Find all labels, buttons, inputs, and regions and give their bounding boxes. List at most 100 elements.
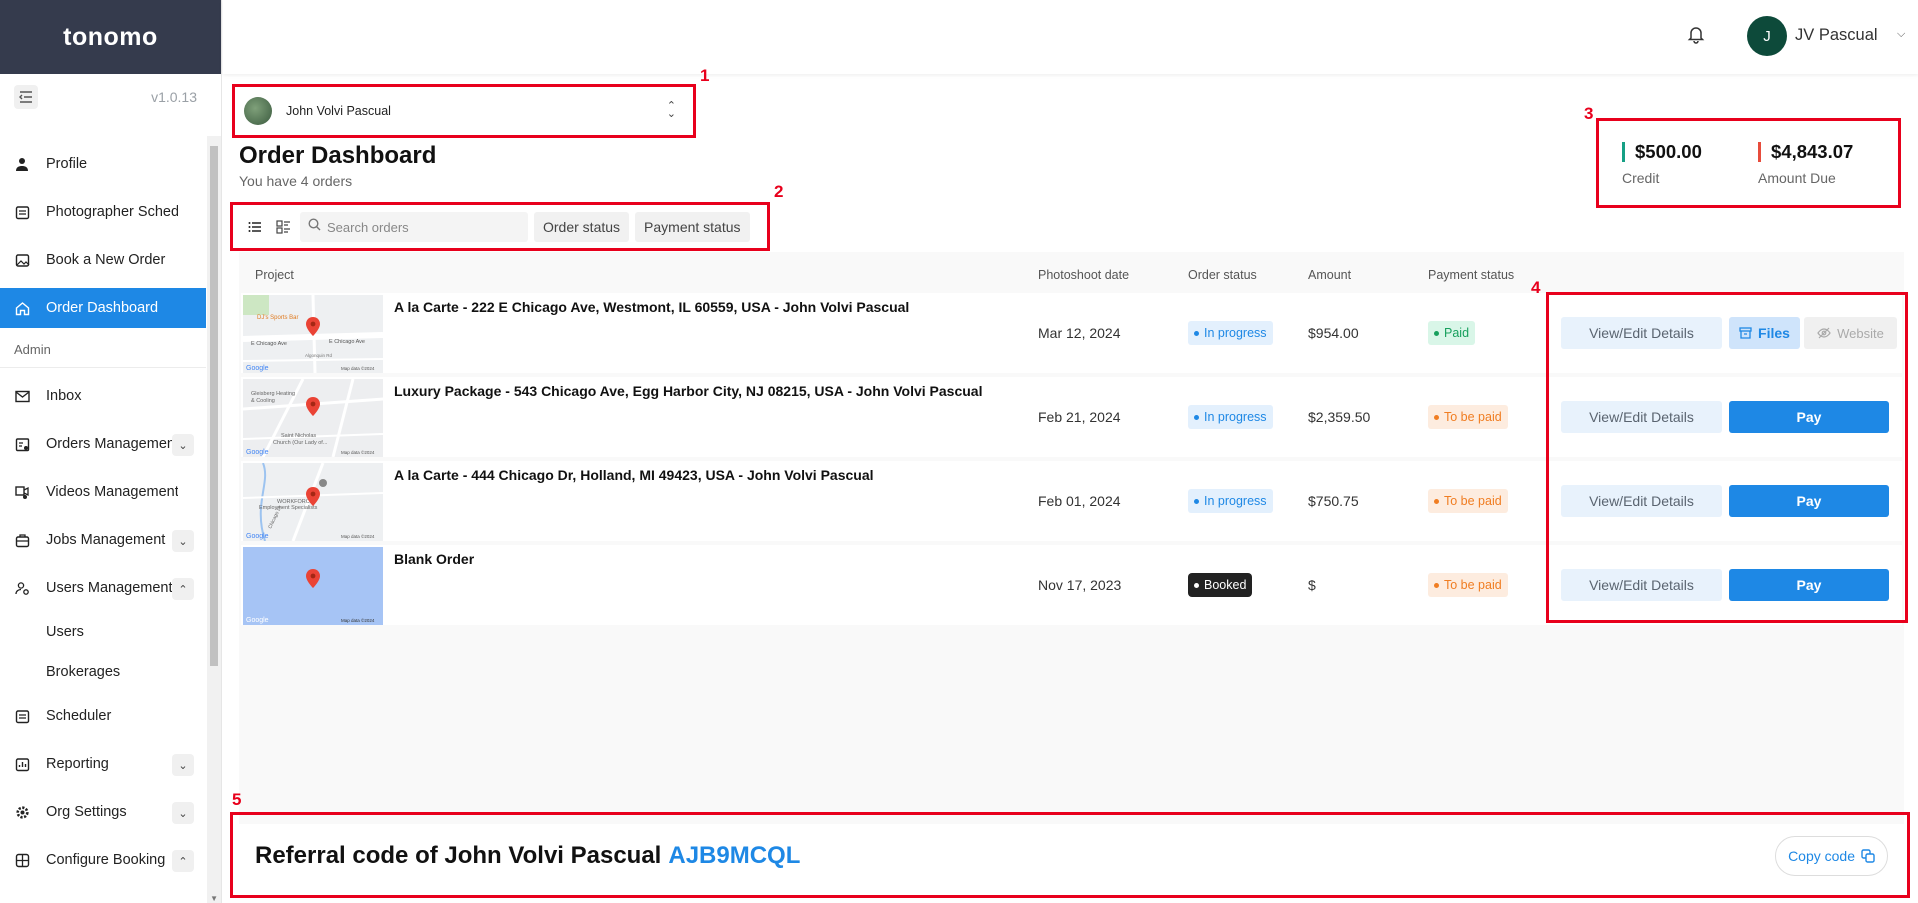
bell-icon[interactable]	[1687, 24, 1707, 46]
map-label: Church (Our Lady of...	[273, 440, 328, 446]
map-label: Algonquin Rd	[305, 353, 333, 358]
order-status-text: Booked	[1204, 578, 1247, 592]
chevron-down-icon[interactable]: ⌵	[1897, 28, 1905, 41]
column-header-order-status: Order status	[1188, 268, 1257, 282]
admin-section-label: Admin	[0, 336, 206, 368]
google-logo: Google	[246, 533, 269, 540]
scrollbar-thumb[interactable]	[210, 146, 218, 666]
order-status-text: In progress	[1204, 326, 1267, 340]
order-amount: $2,359.50	[1308, 409, 1371, 425]
sidebar: tonomo v1.0.13 Profile Photographer Sche…	[0, 0, 222, 903]
status-dot	[1194, 414, 1199, 420]
nav-label: Orders Management	[46, 436, 178, 452]
top-header: J JV Pascual ⌵	[223, 0, 1918, 74]
status-dot	[1194, 330, 1199, 336]
page-title: Order Dashboard	[239, 142, 437, 169]
nav-label: Jobs Management	[46, 532, 166, 548]
map-thumbnail[interactable]: Gleisberg Heating & Cooling Saint Nichol…	[243, 379, 383, 457]
map-attribution: Map data ©2024	[341, 365, 375, 371]
map-attribution: Map data ©2024	[341, 533, 375, 539]
annotation-number-1: 1	[700, 66, 710, 85]
image-icon	[14, 252, 30, 268]
home-icon	[14, 300, 30, 316]
nav-item-jobs-management[interactable]: Jobs Management ⌄	[0, 520, 206, 560]
nav-label: Org Settings	[46, 804, 127, 820]
status-dot	[1194, 498, 1199, 504]
nav-label: Reporting	[46, 756, 109, 772]
chevron-down-icon[interactable]: ⌄	[172, 802, 194, 824]
project-name[interactable]: A la Carte - 444 Chicago Dr, Holland, MI…	[394, 467, 874, 483]
map-label: DJ's Sports Bar	[257, 315, 299, 321]
map-label: Gleisberg Heating	[251, 391, 295, 397]
nav-item-scheduler[interactable]: Scheduler	[0, 696, 206, 736]
project-name[interactable]: Blank Order	[394, 551, 474, 567]
nav-item-inbox[interactable]: Inbox	[0, 376, 206, 416]
chevron-up-icon[interactable]: ⌃	[172, 850, 194, 872]
payment-status-badge: To be paid	[1428, 573, 1508, 597]
scroll-down-arrow-icon[interactable]: ▼	[210, 894, 218, 903]
annotation-number-5: 5	[232, 790, 242, 809]
map-label: Saint Nicholas	[281, 433, 316, 439]
collapse-sidebar-icon[interactable]	[14, 85, 38, 109]
project-name[interactable]: A la Carte - 222 E Chicago Ave, Westmont…	[394, 299, 909, 315]
nav-subitem-brokerages[interactable]: Brokerages	[0, 656, 206, 688]
sidebar-top: v1.0.13	[0, 74, 221, 120]
chevron-down-icon[interactable]: ⌄	[172, 754, 194, 776]
nav-label: Photographer Schedule	[46, 204, 178, 220]
annotation-box-5	[230, 812, 1910, 898]
map-label: E Chicago Ave	[329, 339, 365, 345]
nav-subitem-users[interactable]: Users	[0, 616, 206, 648]
nav-item-videos-management[interactable]: Videos Management	[0, 472, 206, 512]
sidebar-nav: Profile Photographer Schedule Book a New…	[0, 136, 206, 903]
nav-item-order-dashboard[interactable]: Order Dashboard	[0, 288, 206, 328]
nav-label: Profile	[46, 156, 88, 172]
annotation-box-3	[1596, 118, 1901, 208]
chevron-up-icon[interactable]: ⌃	[172, 578, 194, 600]
sidebar-scrollbar[interactable]	[207, 136, 221, 903]
photoshoot-date: Mar 12, 2024	[1038, 325, 1121, 341]
payment-status-text: Paid	[1444, 326, 1470, 340]
nav-label: Order Dashboard	[46, 300, 159, 316]
order-status-badge: In progress	[1188, 405, 1273, 429]
order-status-text: In progress	[1204, 410, 1267, 424]
map-thumbnail[interactable]: Google Map data ©2024	[243, 547, 383, 625]
nav-item-orders-management[interactable]: Orders Management ⌄	[0, 424, 206, 464]
nav-label: Scheduler	[46, 708, 112, 724]
order-status-text: In progress	[1204, 494, 1267, 508]
tonomo-logo[interactable]: tonomo	[63, 23, 158, 52]
photoshoot-date: Nov 17, 2023	[1038, 577, 1122, 593]
nav-item-configure-booking[interactable]: Configure Booking ⌃	[0, 840, 206, 880]
column-header-payment-status: Payment status	[1428, 268, 1515, 282]
column-header-amount: Amount	[1308, 268, 1352, 282]
order-status-badge: In progress	[1188, 321, 1273, 345]
user-name[interactable]: JV Pascual	[1795, 26, 1878, 45]
chevron-down-icon[interactable]: ⌄	[172, 434, 194, 456]
nav-item-profile[interactable]: Profile	[0, 144, 206, 184]
nav-item-users-management[interactable]: Users Management ⌃	[0, 568, 206, 608]
grid-icon	[14, 852, 30, 868]
nav-item-org-settings[interactable]: Org Settings ⌄	[0, 792, 206, 832]
nav-item-book-new-order[interactable]: Book a New Order	[0, 240, 206, 280]
nav-item-photographer-schedule[interactable]: Photographer Schedule	[0, 192, 206, 232]
user-avatar[interactable]: J	[1747, 16, 1787, 56]
nav-item-reporting[interactable]: Reporting ⌄	[0, 744, 206, 784]
map-thumbnail[interactable]: WORKFORCE Employment Specialists Chicago…	[243, 463, 383, 541]
annotation-box-4	[1546, 292, 1908, 623]
map-label: Employment Specialists	[259, 505, 318, 511]
photoshoot-date: Feb 21, 2024	[1038, 409, 1121, 425]
users-icon	[14, 580, 30, 596]
calendar-icon	[14, 204, 30, 220]
project-name[interactable]: Luxury Package - 543 Chicago Ave, Egg Ha…	[394, 383, 982, 399]
map-label: E Chicago Ave	[251, 341, 287, 347]
map-thumbnail[interactable]: DJ's Sports Bar E Chicago Ave E Chicago …	[243, 295, 383, 373]
payment-status-badge: Paid	[1428, 321, 1476, 345]
map-attribution: Map data ©2024	[341, 449, 375, 455]
payment-status-text: To be paid	[1444, 494, 1502, 508]
order-amount: $	[1308, 577, 1316, 593]
annotation-box-1	[232, 84, 696, 138]
briefcase-icon	[14, 532, 30, 548]
chevron-down-icon[interactable]: ⌄	[172, 530, 194, 552]
order-amount: $954.00	[1308, 325, 1359, 341]
order-status-badge: In progress	[1188, 489, 1273, 513]
payment-status-badge: To be paid	[1428, 405, 1508, 429]
